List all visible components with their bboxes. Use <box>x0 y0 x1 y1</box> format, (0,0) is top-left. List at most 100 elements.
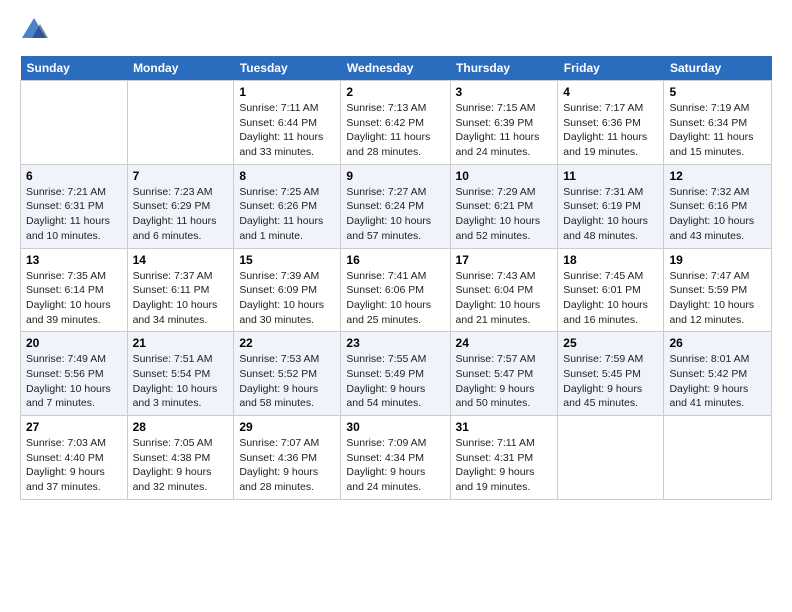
col-header-wednesday: Wednesday <box>341 56 450 81</box>
day-number: 25 <box>563 336 658 350</box>
calendar-cell: 4 Sunrise: 7:17 AM Sunset: 6:36 PM Daylig… <box>558 81 664 165</box>
cell-content: Sunrise: 8:01 AM Sunset: 5:42 PM Dayligh… <box>669 352 766 411</box>
day-number: 19 <box>669 253 766 267</box>
cell-content: Sunrise: 7:31 AM Sunset: 6:19 PM Dayligh… <box>563 185 658 244</box>
day-number: 30 <box>346 420 444 434</box>
col-header-thursday: Thursday <box>450 56 558 81</box>
cell-content: Sunrise: 7:35 AM Sunset: 6:14 PM Dayligh… <box>26 269 122 328</box>
cell-content: Sunrise: 7:41 AM Sunset: 6:06 PM Dayligh… <box>346 269 444 328</box>
calendar-cell <box>21 81 128 165</box>
day-number: 13 <box>26 253 122 267</box>
calendar-cell <box>558 416 664 500</box>
calendar-cell: 17 Sunrise: 7:43 AM Sunset: 6:04 PM Dayli… <box>450 248 558 332</box>
col-header-tuesday: Tuesday <box>234 56 341 81</box>
cell-content: Sunrise: 7:57 AM Sunset: 5:47 PM Dayligh… <box>456 352 553 411</box>
week-row-5: 27Sunrise: 7:03 AM Sunset: 4:40 PM Dayli… <box>21 416 772 500</box>
cell-content: Sunrise: 7:32 AM Sunset: 6:16 PM Dayligh… <box>669 185 766 244</box>
calendar-cell: 20 Sunrise: 7:49 AM Sunset: 5:56 PM Dayli… <box>21 332 128 416</box>
col-header-monday: Monday <box>127 56 234 81</box>
calendar-cell: 9 Sunrise: 7:27 AM Sunset: 6:24 PM Daylig… <box>341 164 450 248</box>
calendar-cell: 2 Sunrise: 7:13 AM Sunset: 6:42 PM Daylig… <box>341 81 450 165</box>
day-number: 6 <box>26 169 122 183</box>
day-number: 29 <box>239 420 335 434</box>
calendar-cell: 7Sunrise: 7:23 AM Sunset: 6:29 PM Daylig… <box>127 164 234 248</box>
calendar-cell: 14Sunrise: 7:37 AM Sunset: 6:11 PM Dayli… <box>127 248 234 332</box>
col-header-friday: Friday <box>558 56 664 81</box>
cell-content: Sunrise: 7:45 AM Sunset: 6:01 PM Dayligh… <box>563 269 658 328</box>
day-number: 12 <box>669 169 766 183</box>
calendar-cell: 12 Sunrise: 7:32 AM Sunset: 6:16 PM Dayli… <box>664 164 772 248</box>
cell-content: Sunrise: 7:19 AM Sunset: 6:34 PM Dayligh… <box>669 101 766 160</box>
day-number: 20 <box>26 336 122 350</box>
cell-content: Sunrise: 7:53 AM Sunset: 5:52 PM Dayligh… <box>239 352 335 411</box>
day-number: 2 <box>346 85 444 99</box>
day-number: 18 <box>563 253 658 267</box>
calendar-cell: 25 Sunrise: 7:59 AM Sunset: 5:45 PM Dayli… <box>558 332 664 416</box>
week-row-2: 6 Sunrise: 7:21 AM Sunset: 6:31 PM Daylig… <box>21 164 772 248</box>
col-header-sunday: Sunday <box>21 56 128 81</box>
calendar-cell: 24 Sunrise: 7:57 AM Sunset: 5:47 PM Dayli… <box>450 332 558 416</box>
calendar-cell: 15Sunrise: 7:39 AM Sunset: 6:09 PM Dayli… <box>234 248 341 332</box>
cell-content: Sunrise: 7:51 AM Sunset: 5:54 PM Dayligh… <box>133 352 229 411</box>
calendar-cell <box>127 81 234 165</box>
calendar-cell: 30Sunrise: 7:09 AM Sunset: 4:34 PM Dayli… <box>341 416 450 500</box>
calendar-cell: 6 Sunrise: 7:21 AM Sunset: 6:31 PM Daylig… <box>21 164 128 248</box>
calendar-cell: 22 Sunrise: 7:53 AM Sunset: 5:52 PM Dayli… <box>234 332 341 416</box>
day-number: 7 <box>133 169 229 183</box>
cell-content: Sunrise: 7:13 AM Sunset: 6:42 PM Dayligh… <box>346 101 444 160</box>
calendar-cell: 19 Sunrise: 7:47 AM Sunset: 5:59 PM Dayli… <box>664 248 772 332</box>
calendar-cell: 28 Sunrise: 7:05 AM Sunset: 4:38 PM Dayli… <box>127 416 234 500</box>
cell-content: Sunrise: 7:21 AM Sunset: 6:31 PM Dayligh… <box>26 185 122 244</box>
calendar-cell: 10Sunrise: 7:29 AM Sunset: 6:21 PM Dayli… <box>450 164 558 248</box>
calendar-cell: 13 Sunrise: 7:35 AM Sunset: 6:14 PM Dayli… <box>21 248 128 332</box>
calendar-cell: 1Sunrise: 7:11 AM Sunset: 6:44 PM Daylig… <box>234 81 341 165</box>
day-number: 23 <box>346 336 444 350</box>
day-number: 4 <box>563 85 658 99</box>
day-number: 28 <box>133 420 229 434</box>
cell-content: Sunrise: 7:17 AM Sunset: 6:36 PM Dayligh… <box>563 101 658 160</box>
day-number: 3 <box>456 85 553 99</box>
day-number: 17 <box>456 253 553 267</box>
day-number: 22 <box>239 336 335 350</box>
logo <box>20 16 52 44</box>
header-row: SundayMondayTuesdayWednesdayThursdayFrid… <box>21 56 772 81</box>
calendar-cell: 27Sunrise: 7:03 AM Sunset: 4:40 PM Dayli… <box>21 416 128 500</box>
cell-content: Sunrise: 7:05 AM Sunset: 4:38 PM Dayligh… <box>133 436 229 495</box>
week-row-1: 1Sunrise: 7:11 AM Sunset: 6:44 PM Daylig… <box>21 81 772 165</box>
calendar-cell: 18 Sunrise: 7:45 AM Sunset: 6:01 PM Dayli… <box>558 248 664 332</box>
cell-content: Sunrise: 7:25 AM Sunset: 6:26 PM Dayligh… <box>239 185 335 244</box>
calendar-cell: 5 Sunrise: 7:19 AM Sunset: 6:34 PM Daylig… <box>664 81 772 165</box>
cell-content: Sunrise: 7:29 AM Sunset: 6:21 PM Dayligh… <box>456 185 553 244</box>
cell-content: Sunrise: 7:07 AM Sunset: 4:36 PM Dayligh… <box>239 436 335 495</box>
cell-content: Sunrise: 7:39 AM Sunset: 6:09 PM Dayligh… <box>239 269 335 328</box>
cell-content: Sunrise: 7:11 AM Sunset: 4:31 PM Dayligh… <box>456 436 553 495</box>
day-number: 24 <box>456 336 553 350</box>
day-number: 1 <box>239 85 335 99</box>
calendar-cell: 3 Sunrise: 7:15 AM Sunset: 6:39 PM Daylig… <box>450 81 558 165</box>
calendar-table: SundayMondayTuesdayWednesdayThursdayFrid… <box>20 56 772 500</box>
calendar-cell: 31 Sunrise: 7:11 AM Sunset: 4:31 PM Dayli… <box>450 416 558 500</box>
calendar-cell <box>664 416 772 500</box>
calendar-cell: 8 Sunrise: 7:25 AM Sunset: 6:26 PM Daylig… <box>234 164 341 248</box>
col-header-saturday: Saturday <box>664 56 772 81</box>
cell-content: Sunrise: 7:15 AM Sunset: 6:39 PM Dayligh… <box>456 101 553 160</box>
day-number: 16 <box>346 253 444 267</box>
cell-content: Sunrise: 7:49 AM Sunset: 5:56 PM Dayligh… <box>26 352 122 411</box>
cell-content: Sunrise: 7:47 AM Sunset: 5:59 PM Dayligh… <box>669 269 766 328</box>
cell-content: Sunrise: 7:27 AM Sunset: 6:24 PM Dayligh… <box>346 185 444 244</box>
day-number: 8 <box>239 169 335 183</box>
day-number: 21 <box>133 336 229 350</box>
week-row-4: 20 Sunrise: 7:49 AM Sunset: 5:56 PM Dayli… <box>21 332 772 416</box>
cell-content: Sunrise: 7:59 AM Sunset: 5:45 PM Dayligh… <box>563 352 658 411</box>
calendar-page: SundayMondayTuesdayWednesdayThursdayFrid… <box>0 0 792 510</box>
cell-content: Sunrise: 7:43 AM Sunset: 6:04 PM Dayligh… <box>456 269 553 328</box>
day-number: 11 <box>563 169 658 183</box>
cell-content: Sunrise: 7:03 AM Sunset: 4:40 PM Dayligh… <box>26 436 122 495</box>
calendar-cell: 16 Sunrise: 7:41 AM Sunset: 6:06 PM Dayli… <box>341 248 450 332</box>
day-number: 31 <box>456 420 553 434</box>
logo-icon <box>20 16 48 44</box>
header <box>20 16 772 44</box>
day-number: 5 <box>669 85 766 99</box>
day-number: 14 <box>133 253 229 267</box>
day-number: 9 <box>346 169 444 183</box>
